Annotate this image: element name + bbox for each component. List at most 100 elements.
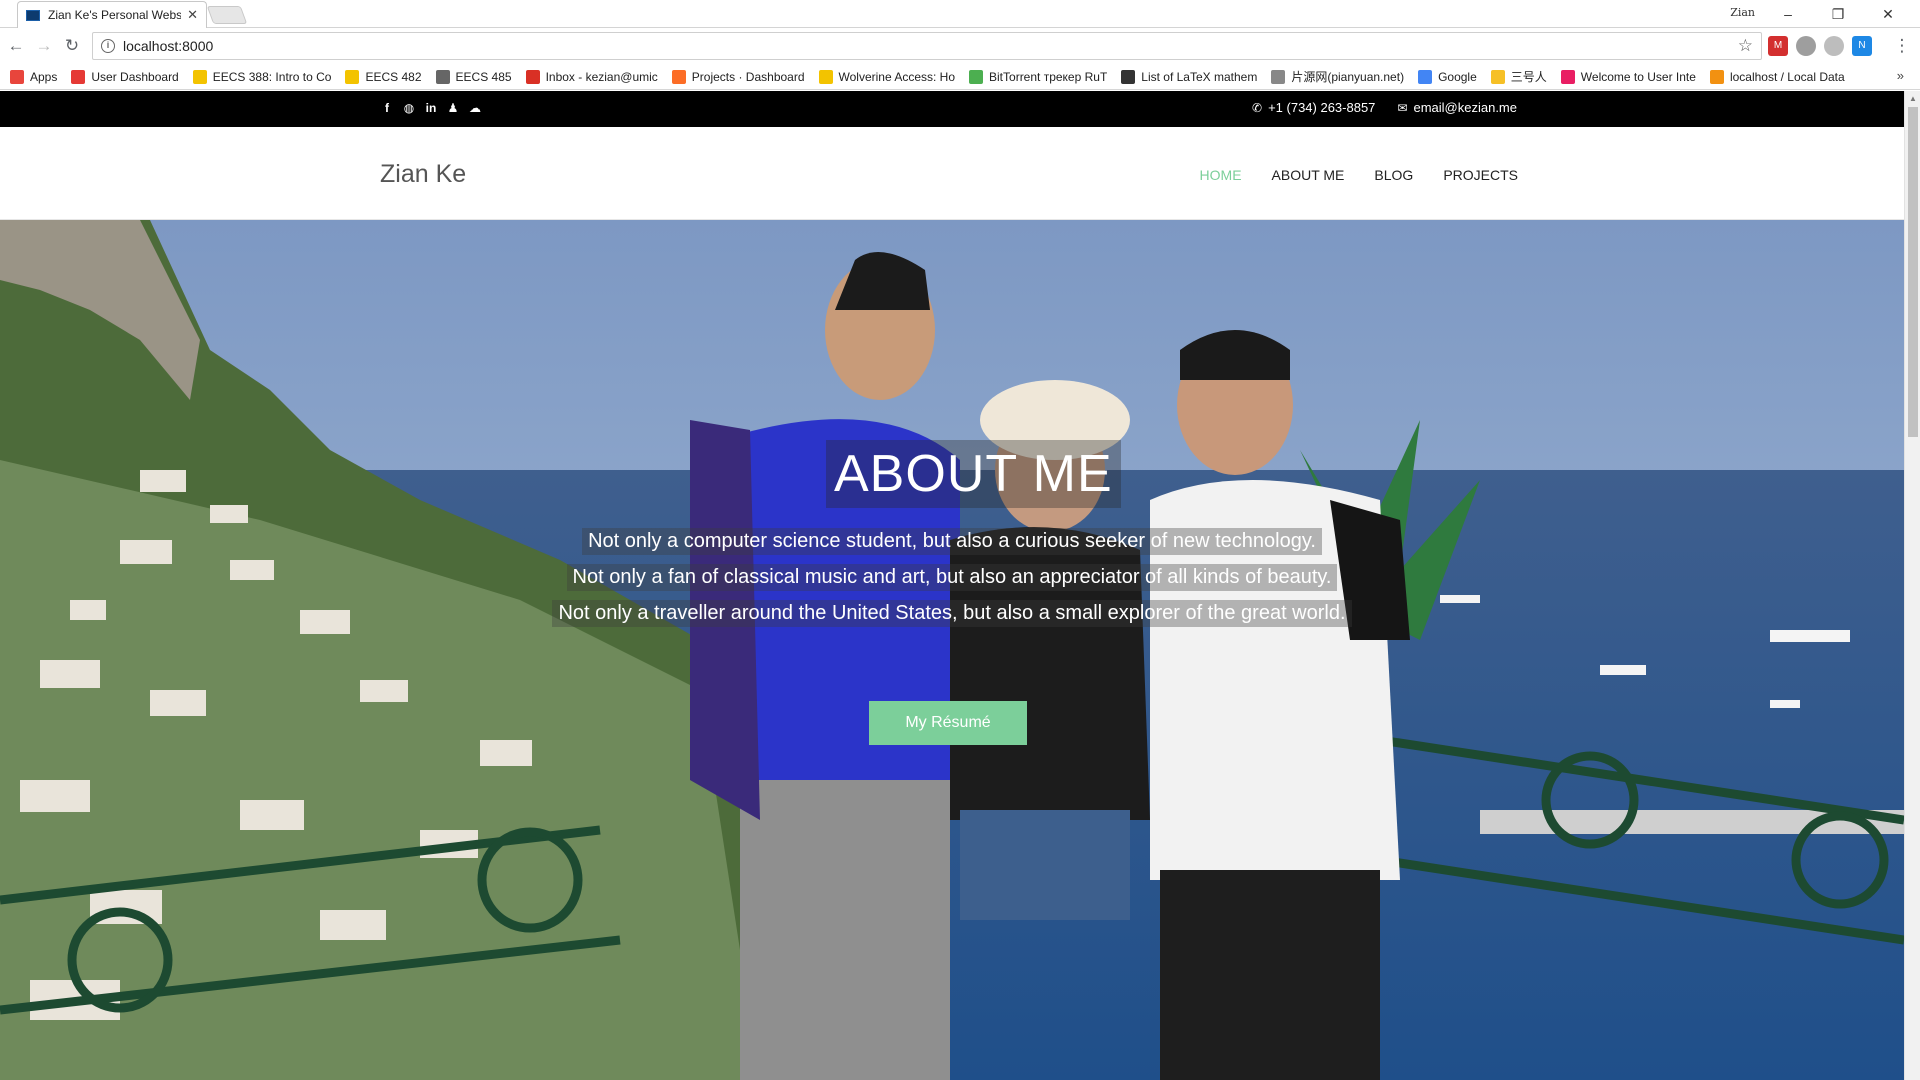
qq-icon[interactable]: ♟ bbox=[446, 101, 460, 115]
page-icon bbox=[1271, 69, 1286, 84]
bittorrent-icon bbox=[969, 69, 984, 84]
gitlab-icon bbox=[671, 69, 686, 84]
extension-new-icon[interactable]: N bbox=[1852, 36, 1872, 56]
bookmark-label: EECS 485 bbox=[455, 69, 512, 84]
page-scrollbar[interactable]: ▲ bbox=[1904, 91, 1920, 1080]
address-bar[interactable]: i localhost:8000 ☆ bbox=[92, 32, 1762, 60]
github-icon[interactable]: ◍ bbox=[402, 101, 416, 115]
phpmyadmin-icon bbox=[1709, 69, 1724, 84]
hero-line-1: Not only a computer science student, but… bbox=[582, 528, 1322, 555]
site-icon bbox=[1560, 69, 1575, 84]
hero-tagline: Not only a computer science student, but… bbox=[0, 528, 1904, 636]
bookmark-item[interactable]: User Dashboard bbox=[71, 69, 179, 84]
site-info-icon[interactable]: i bbox=[101, 39, 115, 53]
google-icon bbox=[1418, 69, 1433, 84]
bookmark-label: Welcome to User Inte bbox=[1580, 69, 1696, 84]
bookmark-label: BitTorrent трекер RuT bbox=[989, 69, 1108, 84]
bookmark-item[interactable]: List of LaTeX mathem bbox=[1121, 69, 1258, 84]
hero-line-3: Not only a traveller around the United S… bbox=[552, 600, 1352, 627]
bookmark-item[interactable]: 片源网(pianyuan.net) bbox=[1271, 68, 1404, 85]
hero-section: ABOUT ME Not only a computer science stu… bbox=[0, 220, 1904, 1080]
chrome-menu-icon[interactable]: ⋮ bbox=[1892, 36, 1912, 56]
nav-item-about-me[interactable]: ABOUT ME bbox=[1272, 167, 1345, 183]
folder-icon bbox=[1490, 69, 1505, 84]
restore-icon[interactable]: ❐ bbox=[1816, 3, 1860, 25]
nav-item-projects[interactable]: PROJECTS bbox=[1443, 167, 1518, 183]
browser-tab[interactable]: Zian Ke's Personal Webs ✕ bbox=[17, 1, 207, 28]
extension-badge-icon[interactable]: M bbox=[1768, 36, 1788, 56]
social-links: f ◍ in ♟ ☁ bbox=[380, 101, 482, 115]
main-menu: HOME ABOUT ME BLOG PROJECTS bbox=[1200, 167, 1518, 183]
bookmarks-bar: Apps User Dashboard EECS 388: Intro to Co E… bbox=[0, 64, 1920, 90]
nav-item-blog[interactable]: BLOG bbox=[1374, 167, 1413, 183]
gmail-icon bbox=[525, 69, 540, 84]
bookmark-item[interactable]: EECS 482 bbox=[345, 69, 422, 84]
envelope-icon: ✉ bbox=[1397, 100, 1408, 115]
facebook-icon[interactable]: f bbox=[380, 101, 394, 115]
bookmarks-overflow-icon[interactable]: » bbox=[1897, 68, 1904, 83]
close-window-icon[interactable]: ✕ bbox=[1866, 3, 1910, 25]
back-arrow-icon[interactable]: ← bbox=[6, 36, 26, 56]
bookmark-label: Inbox - kezian@umic bbox=[545, 69, 658, 84]
extension-shield-icon[interactable] bbox=[1796, 36, 1816, 56]
bookmark-item[interactable]: EECS 388: Intro to Co bbox=[192, 69, 332, 84]
bookmark-label: EECS 388: Intro to Co bbox=[212, 69, 332, 84]
umich-m-icon bbox=[192, 69, 207, 84]
top-contact-bar: f ◍ in ♟ ☁ ✆ +1 (734) 263-8857 ✉ email@k… bbox=[0, 91, 1904, 127]
bookmark-item[interactable]: Apps bbox=[10, 69, 58, 84]
bookmark-label: Projects · Dashboard bbox=[691, 69, 805, 84]
forward-arrow-icon[interactable]: → bbox=[34, 36, 54, 56]
eecs-icon bbox=[435, 69, 450, 84]
bookmark-item[interactable]: Wolverine Access: Ho bbox=[818, 69, 956, 84]
bookmark-item[interactable]: 三号人 bbox=[1490, 68, 1547, 85]
tab-title: Zian Ke's Personal Webs bbox=[48, 8, 182, 22]
bookmark-label: Google bbox=[1438, 69, 1477, 84]
bookmark-item[interactable]: localhost / Local Data bbox=[1709, 69, 1845, 84]
wechat-icon[interactable]: ☁ bbox=[468, 101, 482, 115]
tab-close-icon[interactable]: ✕ bbox=[187, 7, 198, 23]
nav-item-home[interactable]: HOME bbox=[1200, 167, 1242, 183]
hero-background-photo bbox=[0, 220, 1904, 1080]
user-dashboard-icon bbox=[71, 69, 86, 84]
site-favicon-icon bbox=[26, 9, 40, 21]
tex-icon bbox=[1121, 69, 1136, 84]
resume-button[interactable]: My Résumé bbox=[869, 701, 1027, 745]
bookmark-label: Apps bbox=[30, 69, 58, 84]
hero-title: ABOUT ME bbox=[826, 440, 1121, 508]
umich-m-icon bbox=[818, 69, 833, 84]
bookmark-item[interactable]: Projects · Dashboard bbox=[671, 69, 805, 84]
phone-icon: ✆ bbox=[1252, 100, 1263, 115]
linkedin-icon[interactable]: in bbox=[424, 101, 438, 115]
web-page: f ◍ in ♟ ☁ ✆ +1 (734) 263-8857 ✉ email@k… bbox=[0, 91, 1904, 1080]
scroll-up-icon[interactable]: ▲ bbox=[1909, 94, 1917, 103]
email-item[interactable]: ✉ email@kezian.me bbox=[1397, 100, 1517, 115]
extension-cloud-icon[interactable] bbox=[1824, 36, 1844, 56]
bookmark-label: 片源网(pianyuan.net) bbox=[1291, 70, 1405, 84]
bookmark-item[interactable]: EECS 485 bbox=[435, 69, 512, 84]
bookmark-label: User Dashboard bbox=[91, 69, 179, 84]
tab-strip: Zian Ke's Personal Webs ✕ Zian – ❐ ✕ bbox=[0, 0, 1920, 28]
bookmark-label: List of LaTeX mathem bbox=[1141, 69, 1258, 84]
site-navbar: Zian Ke HOME ABOUT ME BLOG PROJECTS bbox=[0, 127, 1904, 220]
site-brand[interactable]: Zian Ke bbox=[380, 160, 466, 189]
bookmark-item[interactable]: BitTorrent трекер RuT bbox=[969, 69, 1108, 84]
bookmark-label: 三号人 bbox=[1510, 70, 1547, 84]
apps-grid-icon bbox=[10, 69, 24, 84]
umich-m-icon bbox=[345, 69, 360, 84]
reload-icon[interactable]: ↻ bbox=[62, 36, 82, 56]
url-text: localhost:8000 bbox=[123, 38, 214, 54]
minimize-icon[interactable]: – bbox=[1766, 3, 1810, 25]
bookmark-item[interactable]: Google bbox=[1418, 69, 1477, 84]
profile-name[interactable]: Zian bbox=[1730, 6, 1755, 19]
new-tab-button[interactable] bbox=[206, 6, 248, 24]
scrollbar-thumb[interactable] bbox=[1908, 107, 1918, 437]
email-address: email@kezian.me bbox=[1413, 100, 1517, 115]
bookmark-label: localhost / Local Data bbox=[1729, 69, 1845, 84]
bookmark-item[interactable]: Inbox - kezian@umic bbox=[525, 69, 658, 84]
hero-line-2: Not only a fan of classical music and ar… bbox=[566, 564, 1338, 591]
bookmark-label: Wolverine Access: Ho bbox=[838, 69, 956, 84]
bookmark-star-icon[interactable]: ☆ bbox=[1738, 36, 1753, 56]
bookmark-item[interactable]: Welcome to User Inte bbox=[1560, 69, 1696, 84]
contact-info: ✆ +1 (734) 263-8857 ✉ email@kezian.me bbox=[1252, 100, 1517, 115]
phone-item[interactable]: ✆ +1 (734) 263-8857 bbox=[1252, 100, 1375, 115]
